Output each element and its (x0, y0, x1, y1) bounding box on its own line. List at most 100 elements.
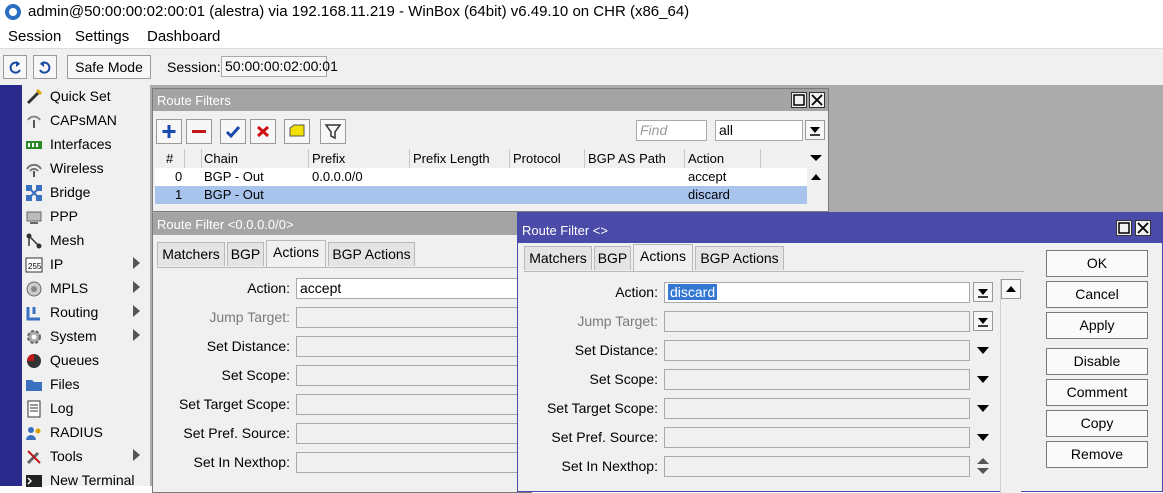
set-distance-field[interactable] (296, 336, 532, 357)
sidebar-item-quick-set[interactable]: Quick Set (22, 85, 150, 109)
sidebar-item-bridge[interactable]: Bridge (22, 181, 150, 205)
sidebar-item-capsman[interactable]: CAPsMAN (22, 109, 150, 133)
sidebar-item-ppp[interactable]: PPP (22, 205, 150, 229)
row-chain: BGP - Out (204, 187, 264, 202)
jump-target-dropdown-button[interactable] (973, 311, 993, 331)
chevron-down-icon (810, 155, 822, 161)
sidebar-item-system[interactable]: System (22, 325, 150, 349)
maximize-button[interactable] (1116, 220, 1132, 236)
table-row-selected[interactable]: 1 BGP - Out discard (155, 186, 807, 204)
window-title: admin@50:00:00:02:00:01 (alestra) via 19… (28, 3, 690, 20)
redo-button[interactable] (33, 55, 57, 79)
table-header: # Chain Prefix Prefix Length Protocol BG… (155, 149, 807, 169)
set-in-nexthop-field[interactable] (296, 452, 532, 473)
set-pref-source-expand-icon[interactable] (977, 434, 989, 441)
undo-button[interactable] (3, 55, 27, 79)
column-header-bgp-as-path[interactable]: BGP AS Path (588, 151, 666, 166)
maximize-icon (793, 94, 805, 106)
sidebar-item-mesh[interactable]: Mesh (22, 229, 150, 253)
tab-bgp-actions[interactable]: BGP Actions (328, 242, 415, 266)
set-scope-field[interactable] (664, 369, 970, 390)
disable-button[interactable]: Disable (1046, 348, 1148, 375)
tab-bgp-actions[interactable]: BGP Actions (695, 246, 784, 270)
check-icon (225, 126, 241, 139)
column-header-protocol[interactable]: Protocol (513, 151, 561, 166)
set-pref-source-field[interactable] (296, 423, 532, 444)
set-target-scope-expand-icon[interactable] (977, 405, 989, 412)
set-target-scope-field[interactable] (664, 398, 970, 419)
sidebar-item-log[interactable]: Log (22, 397, 150, 421)
enable-button[interactable] (220, 119, 246, 144)
column-header-chain[interactable]: Chain (204, 151, 238, 166)
sidebar-item-new-terminal[interactable]: New Terminal (22, 469, 150, 493)
set-scope-expand-icon[interactable] (977, 376, 989, 383)
sidebar-item-mpls[interactable]: MPLS (22, 277, 150, 301)
sidebar-item-label: Tools (50, 448, 83, 464)
set-scope-field[interactable] (296, 365, 532, 386)
set-in-nexthop-field[interactable] (664, 456, 970, 477)
apply-button[interactable]: Apply (1046, 312, 1148, 339)
sidebar-item-queues[interactable]: Queues (22, 349, 150, 373)
tab-actions[interactable]: Actions (633, 244, 693, 271)
maximize-button[interactable] (791, 92, 807, 108)
ip-icon: 255 (25, 256, 43, 274)
tab-matchers[interactable]: Matchers (524, 246, 592, 270)
column-header-prefix[interactable]: Prefix (312, 151, 345, 166)
dropdown-arrow-icon (978, 318, 988, 327)
column-header-num[interactable]: # (166, 151, 173, 166)
route-filter-new-title: Route Filter <> (522, 223, 608, 238)
disable-button[interactable] (250, 119, 276, 144)
tab-matchers[interactable]: Matchers (157, 242, 225, 266)
filter-button[interactable] (320, 119, 346, 144)
filter-select-dropdown[interactable] (805, 120, 825, 140)
copy-button[interactable]: Copy (1046, 410, 1148, 437)
close-button[interactable] (1135, 220, 1151, 236)
find-input[interactable]: Find (636, 120, 707, 141)
tab-bgp[interactable]: BGP (227, 242, 264, 266)
table-row[interactable]: 0 BGP - Out 0.0.0.0/0 accept (155, 168, 807, 186)
jump-target-field[interactable] (296, 307, 532, 328)
set-distance-field[interactable] (664, 340, 970, 361)
remove-button[interactable]: Remove (1046, 441, 1148, 468)
sidebar-item-label: System (50, 328, 97, 344)
sidebar-item-radius[interactable]: RADIUS (22, 421, 150, 445)
gear-icon (25, 328, 43, 346)
sidebar-item-wireless[interactable]: Wireless (22, 157, 150, 181)
sidebar-item-interfaces[interactable]: Interfaces (22, 133, 150, 157)
tab-actions[interactable]: Actions (266, 240, 326, 267)
session-field[interactable]: 50:00:00:02:00:01 (221, 56, 338, 77)
form-scrollbar[interactable] (1000, 279, 1021, 493)
safe-mode-button[interactable]: Safe Mode (67, 55, 151, 79)
column-header-prefix-length[interactable]: Prefix Length (413, 151, 490, 166)
table-scrollbar[interactable] (807, 168, 825, 204)
set-distance-expand-icon[interactable] (977, 347, 989, 354)
jump-target-field[interactable] (664, 311, 970, 332)
minus-icon (192, 130, 206, 133)
action-field[interactable]: accept (296, 278, 532, 299)
sidebar-item-files[interactable]: Files (22, 373, 150, 397)
menu-dashboard[interactable]: Dashboard (147, 28, 220, 45)
sidebar-item-tools[interactable]: Tools (22, 445, 150, 469)
close-button[interactable] (809, 92, 825, 108)
add-button[interactable] (156, 119, 182, 144)
action-dropdown-button[interactable] (973, 282, 993, 302)
comment-button[interactable]: Comment (1046, 379, 1148, 406)
column-chooser-button[interactable] (807, 149, 827, 168)
remove-button[interactable] (186, 119, 212, 144)
set-target-scope-field[interactable] (296, 394, 532, 415)
filter-select[interactable]: all (715, 120, 803, 141)
up-down-arrows-icon[interactable] (976, 457, 990, 475)
sidebar-item-ip[interactable]: 255 IP (22, 253, 150, 277)
comment-button[interactable] (284, 119, 310, 144)
column-header-action[interactable]: Action (688, 151, 724, 166)
action-field[interactable]: discard (664, 282, 970, 303)
tab-bgp[interactable]: BGP (594, 246, 631, 270)
set-pref-source-field[interactable] (664, 427, 970, 448)
x-icon (256, 125, 270, 138)
ok-button[interactable]: OK (1046, 250, 1148, 277)
scroll-up-button[interactable] (1001, 279, 1021, 299)
sidebar-item-routing[interactable]: Routing (22, 301, 150, 325)
menu-session[interactable]: Session (8, 28, 61, 45)
menu-settings[interactable]: Settings (75, 28, 129, 45)
cancel-button[interactable]: Cancel (1046, 281, 1148, 308)
